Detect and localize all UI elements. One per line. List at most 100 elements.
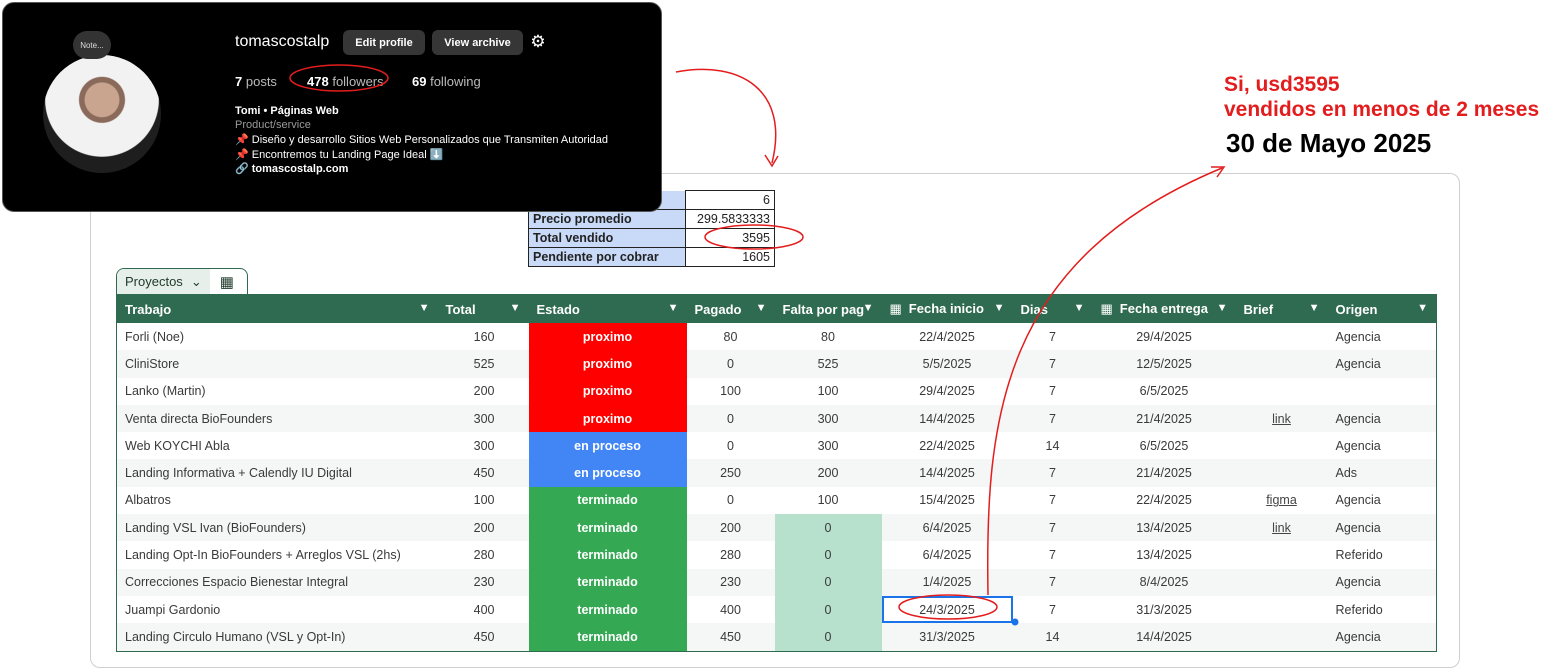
cell-fecha-inicio[interactable]: 6/4/2025 (882, 541, 1013, 568)
cell-fecha-entrega[interactable]: 12/5/2025 (1092, 350, 1236, 378)
table-view-icon[interactable]: ▦ (220, 273, 234, 291)
column-header-fecha-entrega[interactable]: ▦ Fecha entrega ▼ (1092, 294, 1236, 323)
cell-brief[interactable] (1236, 596, 1328, 623)
cell-pagado[interactable]: 230 (686, 568, 775, 596)
cell-pagado[interactable]: 0 (687, 432, 775, 459)
cell-fecha-inicio[interactable]: 31/3/2025 (881, 623, 1013, 652)
cell-fecha-inicio[interactable]: 24/3/2025 (881, 595, 1013, 624)
column-header-dias[interactable]: Dias ▼ (1012, 294, 1093, 323)
cell-pagado[interactable]: 200 (686, 514, 775, 542)
cell-falta[interactable]: 525 (774, 350, 882, 378)
cell-fecha-inicio[interactable]: 15/4/2025 (882, 487, 1013, 514)
brief-link[interactable]: link (1272, 521, 1291, 535)
brief-link[interactable]: link (1272, 412, 1291, 426)
cell-trabajo[interactable]: Juampi Gardonio (117, 596, 438, 623)
brief-link[interactable]: figma (1266, 493, 1297, 507)
cell-total[interactable]: 160 (438, 323, 529, 350)
cell-total[interactable]: 200 (437, 514, 529, 542)
column-header-fecha-inicio[interactable]: ▦ Fecha inicio ▼ (881, 294, 1013, 323)
cell-origen[interactable]: Ads (1327, 459, 1437, 487)
cell-brief[interactable] (1235, 350, 1328, 378)
cell-origen[interactable]: Agencia (1327, 623, 1437, 652)
cell-origen[interactable]: Referido (1328, 541, 1437, 568)
cell-total[interactable]: 450 (437, 459, 529, 487)
cell-brief[interactable] (1235, 623, 1328, 652)
cell-estado[interactable]: proximo (528, 404, 687, 433)
cell-dias[interactable]: 7 (1013, 323, 1093, 350)
cell-trabajo[interactable]: Albatros (117, 487, 438, 514)
followers-stat[interactable]: 478 followers (307, 74, 384, 89)
cell-falta[interactable]: 0 (774, 514, 882, 542)
cell-trabajo[interactable]: Correcciones Espacio Bienestar Integral (116, 568, 438, 596)
chevron-down-icon[interactable]: ▼ (1074, 302, 1085, 314)
cell-fecha-entrega[interactable]: 29/4/2025 (1093, 323, 1236, 350)
cell-dias[interactable]: 7 (1013, 487, 1093, 514)
cell-pagado[interactable]: 80 (687, 323, 775, 350)
cell-total[interactable]: 525 (437, 350, 529, 378)
table-tab[interactable]: Proyectos ⌄ ▦ (116, 268, 248, 294)
cell-origen[interactable]: Agencia (1327, 514, 1437, 542)
cell-fecha-entrega[interactable]: 22/4/2025 (1093, 487, 1236, 514)
cell-trabajo[interactable]: Forli (Noe) (117, 323, 438, 350)
cell-fecha-inicio[interactable]: 29/4/2025 (882, 378, 1013, 405)
column-header-falta[interactable]: Falta por pag ▼ (774, 294, 882, 323)
summary-label[interactable]: Precio promedio (527, 209, 686, 229)
summary-label[interactable]: Total vendido (527, 228, 686, 248)
chevron-down-icon[interactable]: ▼ (863, 302, 874, 314)
column-header-brief[interactable]: Brief ▼ (1235, 294, 1328, 323)
cell-fecha-inicio[interactable]: 14/4/2025 (881, 404, 1013, 433)
cell-pagado[interactable]: 400 (687, 596, 775, 623)
cell-origen[interactable]: Agencia (1328, 487, 1437, 514)
cell-falta[interactable]: 300 (774, 404, 882, 433)
cell-estado[interactable]: terminado (528, 623, 687, 652)
cell-origen[interactable]: Agencia (1327, 568, 1437, 596)
cell-pagado[interactable]: 0 (687, 487, 775, 514)
cell-dias[interactable]: 7 (1012, 514, 1093, 542)
edit-profile-button[interactable]: Edit profile (343, 30, 425, 55)
cell-fecha-inicio[interactable]: 22/4/2025 (882, 323, 1013, 350)
cell-estado[interactable]: terminado (528, 595, 687, 624)
cell-fecha-inicio[interactable]: 22/4/2025 (882, 432, 1013, 459)
chevron-down-icon[interactable]: ▼ (510, 302, 521, 314)
note-bubble[interactable]: Note... (73, 31, 111, 59)
cell-brief[interactable] (1235, 459, 1328, 487)
cell-pagado[interactable]: 280 (687, 541, 775, 568)
cell-falta[interactable]: 0 (774, 595, 882, 624)
cell-brief[interactable] (1236, 378, 1328, 405)
cell-falta[interactable]: 100 (775, 487, 882, 514)
cell-fecha-entrega[interactable]: 8/4/2025 (1092, 568, 1236, 596)
cell-total[interactable]: 400 (438, 596, 529, 623)
cell-dias[interactable]: 7 (1012, 459, 1093, 487)
gear-icon[interactable]: ⚙ (529, 33, 547, 51)
cell-origen[interactable]: Agencia (1327, 404, 1437, 433)
summary-value[interactable]: 299.5833333 (685, 209, 775, 229)
chevron-down-icon[interactable]: ▼ (1417, 302, 1428, 314)
following-stat[interactable]: 69 following (412, 74, 481, 89)
cell-brief[interactable] (1235, 568, 1328, 596)
cell-total[interactable]: 230 (437, 568, 529, 596)
summary-value[interactable]: 1605 (685, 247, 775, 267)
cell-dias[interactable]: 7 (1013, 541, 1093, 568)
cell-dias[interactable]: 7 (1012, 568, 1093, 596)
view-archive-button[interactable]: View archive (432, 30, 523, 55)
summary-label[interactable]: Pendiente por cobrar (527, 247, 686, 267)
cell-trabajo[interactable]: Venta directa BioFounders (116, 404, 438, 433)
cell-falta[interactable]: 200 (774, 459, 882, 487)
cell-trabajo[interactable]: CliniStore (116, 350, 438, 378)
cell-dias[interactable]: 14 (1013, 432, 1093, 459)
column-header-origen[interactable]: Origen ▼ (1327, 294, 1437, 323)
chevron-down-icon[interactable]: ▼ (668, 302, 679, 314)
cell-fecha-inicio[interactable]: 1/4/2025 (881, 568, 1013, 596)
cell-dias[interactable]: 7 (1013, 596, 1093, 623)
avatar[interactable] (43, 55, 161, 173)
cell-estado[interactable]: terminado (528, 514, 687, 542)
cell-fecha-inicio[interactable]: 5/5/2025 (881, 350, 1013, 378)
cell-falta[interactable]: 0 (774, 623, 882, 652)
cell-trabajo[interactable]: Web KOYCHI Abla (117, 432, 438, 459)
cell-dias[interactable]: 7 (1012, 350, 1093, 378)
cell-trabajo[interactable]: Landing Informativa + Calendly IU Digita… (116, 459, 438, 487)
cell-falta[interactable]: 80 (775, 323, 882, 350)
cell-fecha-entrega[interactable]: 21/4/2025 (1092, 459, 1236, 487)
cell-total[interactable]: 200 (438, 378, 529, 405)
cell-fecha-entrega[interactable]: 6/5/2025 (1093, 378, 1236, 405)
